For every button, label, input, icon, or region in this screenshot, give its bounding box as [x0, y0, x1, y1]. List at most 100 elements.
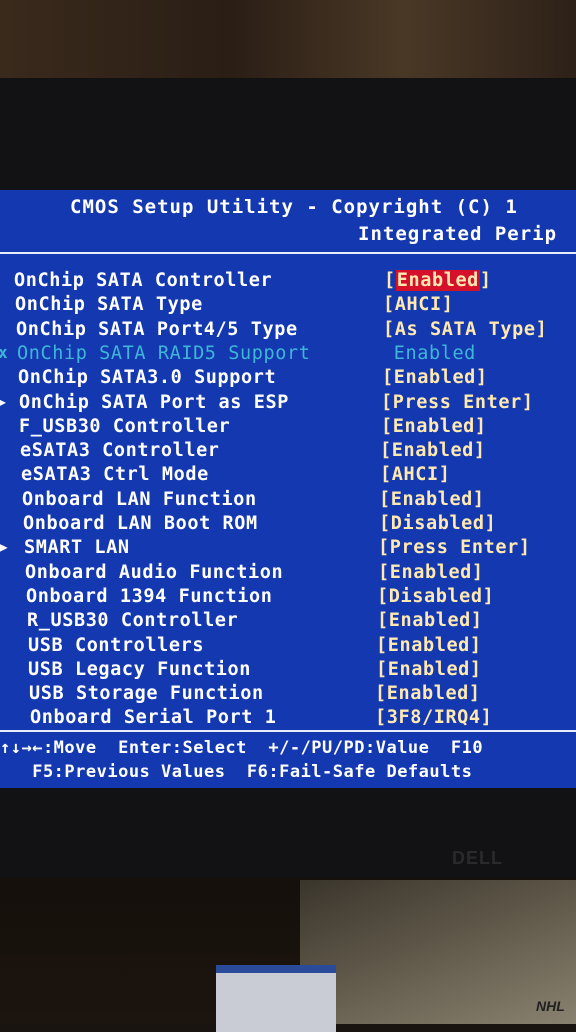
menu-item-value[interactable]: [Enabled]	[380, 440, 486, 461]
value-text: AHCI	[394, 294, 442, 316]
menu-item-value[interactable]: Enabled	[382, 343, 488, 364]
value-bracket-close: ]	[468, 683, 481, 705]
menu-item-value[interactable]: [Enabled]	[378, 562, 484, 583]
page-title: CMOS Setup Utility - Copyright (C) 1	[70, 196, 518, 218]
menu-item-label: OnChip SATA Port4/5 Type	[16, 318, 298, 340]
papers	[300, 880, 576, 1024]
menu-row[interactable]: OnChip SATA Port4/5 Type [As SATA Type]	[0, 319, 576, 343]
dell-logo: DELL	[452, 848, 503, 868]
footer-divider	[0, 730, 576, 732]
value-bracket-open: [	[378, 537, 390, 559]
value-bracket-close: ]	[471, 561, 484, 583]
menu-row[interactable]: OnChip SATA3.0 Support [Enabled]	[0, 367, 576, 391]
menu-row[interactable]: Onboard LAN Boot ROM [Disabled]	[0, 513, 576, 537]
menu-row[interactable]: USB Legacy Function [Enabled]	[0, 659, 576, 683]
value-bracket-open	[382, 343, 394, 364]
menu-item-value[interactable]: [Enabled]	[379, 489, 485, 510]
value-text: Enabled	[387, 658, 470, 680]
value-bracket-close: ]	[521, 391, 534, 413]
menu-item-value[interactable]: [Press Enter]	[381, 392, 534, 413]
menu-row[interactable]: ▶ SMART LAN [Press Enter]	[0, 537, 576, 561]
menu-item-value[interactable]: [Enabled]	[384, 270, 492, 291]
value-bracket-close: ]	[470, 610, 483, 632]
value-text: Enabled	[388, 610, 471, 632]
value-bracket-close: ]	[438, 464, 451, 486]
value-bracket-open: [	[377, 585, 389, 607]
menu-row[interactable]: OnChip SATA Type [AHCI]	[0, 294, 576, 318]
value-text: Enabled	[393, 367, 476, 389]
menu-row[interactable]: Onboard LAN Function [Enabled]	[0, 489, 576, 513]
menu-item-value[interactable]: [Enabled]	[376, 635, 482, 656]
value-text: Enabled	[390, 488, 473, 510]
menu-item-label: eSATA3 Controller	[20, 440, 220, 462]
value-bracket-open: [	[376, 634, 388, 656]
value-text: 3F8/IRQ4	[386, 707, 481, 729]
menu-item-value[interactable]: [Disabled]	[377, 586, 494, 607]
value-bracket-close: ]	[472, 488, 485, 510]
menu-item-label: SMART LAN	[24, 537, 130, 559]
menu-row[interactable]: R_USB30 Controller [Enabled]	[0, 610, 576, 634]
menu-row[interactable]: Onboard Serial Port 1 [3F8/IRQ4]	[0, 707, 576, 731]
value-bracket-open: [	[379, 513, 391, 534]
value-bracket-open: [	[380, 464, 392, 486]
value-bracket-open: [	[380, 440, 392, 462]
menu-row[interactable]: Onboard Audio Function [Enabled]	[0, 562, 576, 586]
menu-item-value[interactable]: [3F8/IRQ4]	[375, 707, 492, 728]
box-label: NHL	[536, 998, 565, 1014]
menu-row[interactable]: USB Controllers [Enabled]	[0, 635, 576, 659]
key-help-bar: ↑↓→←:Move Enter:Select +/-/PU/PD:Value F…	[0, 738, 576, 788]
value-text: As SATA Type	[394, 318, 536, 340]
menu-row[interactable]: eSATA3 Ctrl Mode [AHCI]	[0, 464, 576, 488]
menu-item-value[interactable]: [Enabled]	[376, 659, 482, 680]
key-help-line-1: ↑↓→←:Move Enter:Select +/-/PU/PD:Value F…	[0, 738, 484, 758]
value-text: Enabled	[392, 415, 475, 437]
section-title: Integrated Perip	[358, 223, 558, 245]
bios-screen: CMOS Setup Utility - Copyright (C) 1 Int…	[0, 190, 576, 788]
value-bracket-open: [	[375, 707, 387, 729]
menu-item-label: Onboard Audio Function	[25, 561, 284, 583]
menu-row[interactable]: Onboard 1394 Function [Disabled]	[0, 586, 576, 610]
value-bracket-open: [	[379, 488, 391, 510]
value-bracket-close: ]	[518, 537, 531, 559]
value-text: Press Enter	[389, 537, 519, 559]
value-text: Disabled	[390, 513, 485, 534]
menu-item-label: Onboard 1394 Function	[26, 585, 273, 607]
value-bracket-open: [	[383, 318, 395, 340]
menu-item-value[interactable]: [Enabled]	[377, 610, 483, 631]
menu-row[interactable]: ▸ OnChip SATA Port as ESP [Press Enter]	[0, 392, 576, 416]
value-text: Enabled	[387, 634, 470, 656]
menu-item-value[interactable]: [AHCI]	[380, 464, 450, 485]
value-bracket-open: [	[381, 391, 393, 413]
menu-row[interactable]: F_USB30 Controller [Enabled]	[0, 416, 576, 440]
submenu-marker-icon: ▸	[0, 391, 8, 411]
box-object	[216, 965, 336, 1032]
menu-item-label: OnChip SATA Port as ESP	[19, 391, 289, 413]
menu-item-value[interactable]: [Enabled]	[375, 683, 481, 704]
menu-item-value[interactable]: [AHCI]	[383, 294, 453, 315]
menu-row: x OnChip SATA RAID5 Support Enabled	[0, 343, 576, 367]
value-bracket-close	[476, 343, 488, 364]
menu-item-label: USB Controllers	[28, 634, 205, 656]
value-bracket-open: [	[384, 270, 396, 291]
menu-item-value[interactable]: [Press Enter]	[378, 537, 531, 558]
menu-row[interactable]: OnChip SATA Controller [Enabled]	[0, 270, 576, 294]
value-bracket-close: ]	[484, 513, 497, 534]
menu-item-value[interactable]: [Enabled]	[382, 367, 488, 388]
menu-item-label: Onboard LAN Boot ROM	[23, 513, 258, 534]
menu-item-value[interactable]: [Enabled]	[381, 416, 487, 437]
menu-item-value[interactable]: [As SATA Type]	[383, 319, 547, 340]
value-bracket-open: [	[383, 294, 395, 316]
menu-item-label: OnChip SATA Controller	[14, 270, 273, 291]
menu-row[interactable]: eSATA3 Controller [Enabled]	[0, 440, 576, 464]
value-bracket-open: [	[382, 367, 394, 389]
menu-row[interactable]: USB Storage Function [Enabled]	[0, 683, 576, 707]
value-bracket-open: [	[381, 415, 393, 437]
value-text: Enabled	[386, 683, 469, 705]
header-divider	[0, 252, 576, 254]
submenu-marker-icon: x	[0, 342, 8, 362]
value-bracket-open: [	[375, 683, 387, 705]
value-text: Enabled	[389, 561, 472, 583]
menu-item-value[interactable]: [Disabled]	[379, 513, 496, 534]
value-bracket-close: ]	[535, 318, 548, 340]
menu-item-label: OnChip SATA Type	[15, 294, 203, 316]
